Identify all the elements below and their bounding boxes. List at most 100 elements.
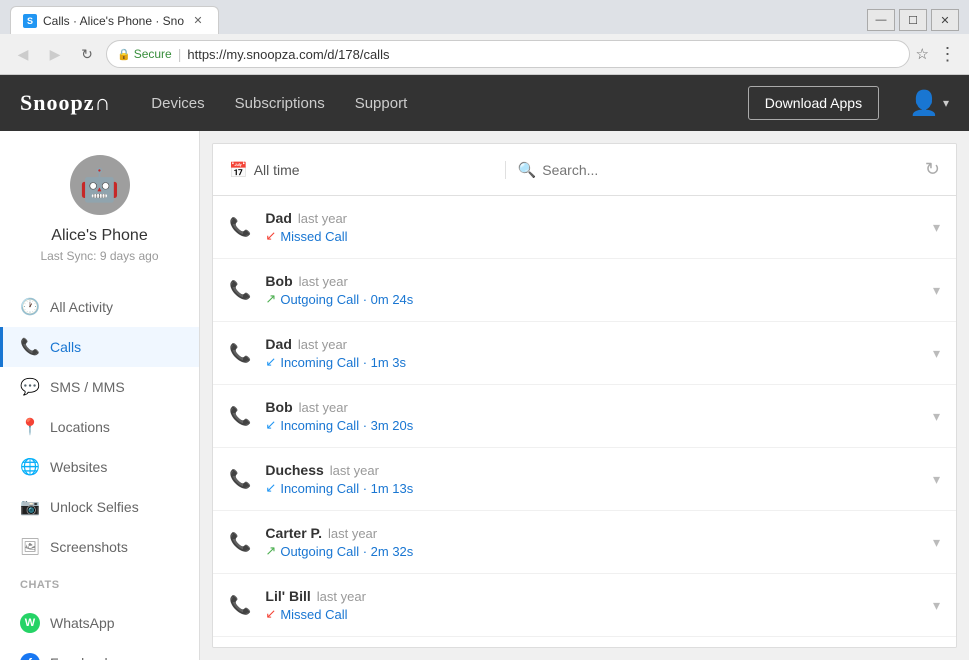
filter-bar: 📅 All time 🔍 ↻ xyxy=(213,144,956,196)
time-filter-label: All time xyxy=(254,162,300,178)
nav-devices[interactable]: Devices xyxy=(151,95,204,112)
sidebar-label-websites: Websites xyxy=(50,459,107,475)
call-info: Dad last year ↙ Missed Call xyxy=(265,210,925,244)
camera-icon: 📷 xyxy=(20,497,40,517)
sidebar-item-all-activity[interactable]: 🕐 All Activity xyxy=(0,287,199,327)
call-phone-icon: 📞 xyxy=(229,595,251,616)
address-bar[interactable]: 🔒 Secure | https://my.snoopza.com/d/178/… xyxy=(106,40,910,68)
call-detail-row: ↙ Missed Call xyxy=(265,228,925,244)
sidebar-label-locations: Locations xyxy=(50,419,110,435)
search-box: 🔍 xyxy=(505,161,913,179)
call-phone-icon: 📞 xyxy=(229,280,251,301)
call-name-row: Carter P. last year xyxy=(265,525,925,541)
refresh-nav-button[interactable]: ↻ xyxy=(74,41,100,67)
call-name: Dad xyxy=(265,336,291,352)
call-info: Carter P. last year ↗ Outgoing Call · 2m… xyxy=(265,525,925,559)
tab-area: S Calls · Alice's Phone · Sno ✕ xyxy=(10,6,219,34)
lock-icon: 🔒 xyxy=(117,48,131,61)
app-header: Snoopz∩ Devices Subscriptions Support Do… xyxy=(0,75,969,131)
call-info: Bob last year ↗ Outgoing Call · 0m 24s xyxy=(265,273,925,307)
expand-icon[interactable]: ▾ xyxy=(933,219,940,236)
bookmark-icon[interactable]: ☆ xyxy=(916,45,929,63)
url-text: https://my.snoopza.com/d/178/calls xyxy=(187,47,898,62)
last-sync: Last Sync: 9 days ago xyxy=(40,249,158,263)
calls-list: 📞 Dad last year ↙ Missed Call ▾ 📞 Bob la… xyxy=(213,196,956,647)
sidebar-item-calls[interactable]: 📞 Calls xyxy=(0,327,199,367)
secure-label: Secure xyxy=(134,47,172,61)
sidebar-label-whatsapp: WhatsApp xyxy=(50,615,115,631)
avatar: 🤖 xyxy=(70,155,130,215)
download-apps-button[interactable]: Download Apps xyxy=(748,86,879,120)
nav-support[interactable]: Support xyxy=(355,95,408,112)
sidebar-item-screenshots[interactable]: 🖼 Screenshots xyxy=(0,527,199,567)
nav-subscriptions[interactable]: Subscriptions xyxy=(235,95,325,112)
search-input[interactable] xyxy=(542,162,913,178)
back-button[interactable]: ◀ xyxy=(10,41,36,67)
window-controls: — ☐ ✕ xyxy=(867,9,959,31)
expand-icon[interactable]: ▾ xyxy=(933,471,940,488)
minimize-button[interactable]: — xyxy=(867,9,895,31)
call-name-row: Lil' Bill last year xyxy=(265,588,925,604)
call-detail-row: ↙ Incoming Call · 1m 13s xyxy=(265,480,925,496)
call-info: Bob last year ↙ Incoming Call · 3m 20s xyxy=(265,399,925,433)
call-phone-icon: 📞 xyxy=(229,217,251,238)
expand-icon[interactable]: ▾ xyxy=(933,408,940,425)
call-direction-icon: ↙ xyxy=(265,417,276,433)
call-item[interactable]: 📞 Lil' Bill last year ↙ Missed Call ▾ xyxy=(213,574,956,637)
call-name-row: Bob last year xyxy=(265,273,925,289)
call-direction-icon: ↙ xyxy=(265,606,276,622)
browser-tab[interactable]: S Calls · Alice's Phone · Sno ✕ xyxy=(10,6,219,34)
call-type-label: Outgoing Call · 0m 24s xyxy=(280,292,413,307)
tab-favicon: S xyxy=(23,14,37,28)
expand-icon[interactable]: ▾ xyxy=(933,345,940,362)
call-item[interactable]: 📞 Dad last year ↙ Missed Call ▾ xyxy=(213,196,956,259)
sidebar-item-locations[interactable]: 📍 Locations xyxy=(0,407,199,447)
screenshot-icon: 🖼 xyxy=(20,537,40,557)
account-button[interactable]: 👤 ▾ xyxy=(909,89,949,118)
call-detail-row: ↗ Outgoing Call · 0m 24s xyxy=(265,291,925,307)
sidebar-item-sms-mms[interactable]: 💬 SMS / MMS xyxy=(0,367,199,407)
secure-badge: 🔒 Secure xyxy=(117,47,172,61)
sidebar-item-whatsapp[interactable]: W WhatsApp xyxy=(0,603,199,643)
account-icon: 👤 xyxy=(909,89,939,118)
sidebar-item-websites[interactable]: 🌐 Websites xyxy=(0,447,199,487)
forward-button[interactable]: ▶ xyxy=(42,41,68,67)
call-phone-icon: 📞 xyxy=(229,343,251,364)
call-type-label: Incoming Call · 1m 3s xyxy=(280,355,406,370)
browser-menu-icon[interactable]: ⋮ xyxy=(935,42,959,66)
call-name: Bob xyxy=(265,399,292,415)
call-item[interactable]: 📞 Dad last year ↙ Incoming Call · 1m 3s … xyxy=(213,322,956,385)
call-detail-row: ↙ Incoming Call · 3m 20s xyxy=(265,417,925,433)
chats-section-label: CHATS xyxy=(0,567,199,595)
whatsapp-icon: W xyxy=(20,613,40,633)
time-filter[interactable]: 📅 All time xyxy=(229,161,493,179)
call-direction-icon: ↗ xyxy=(265,543,276,559)
maximize-button[interactable]: ☐ xyxy=(899,9,927,31)
expand-icon[interactable]: ▾ xyxy=(933,597,940,614)
call-item[interactable]: 📞 Bob last year ↗ Outgoing Call · 0m 24s… xyxy=(213,259,956,322)
main-content: 🤖 Alice's Phone Last Sync: 9 days ago 🕐 … xyxy=(0,131,969,660)
refresh-button[interactable]: ↻ xyxy=(925,159,940,180)
sidebar-label-calls: Calls xyxy=(50,339,81,355)
call-name-row: Dad last year xyxy=(265,336,925,352)
close-button[interactable]: ✕ xyxy=(931,9,959,31)
tab-title: Calls · Alice's Phone · Sno xyxy=(43,14,184,28)
call-name: Duchess xyxy=(265,462,323,478)
calls-panel: 📅 All time 🔍 ↻ 📞 Dad last year ↙ xyxy=(212,143,957,648)
android-icon: 🤖 xyxy=(80,166,120,204)
call-time: last year xyxy=(298,211,347,226)
address-divider: | xyxy=(178,46,182,62)
device-name: Alice's Phone xyxy=(51,227,147,245)
call-item[interactable]: 📞 Duchess last year ↙ Incoming Call · 1m… xyxy=(213,448,956,511)
call-name-row: Bob last year xyxy=(265,399,925,415)
account-arrow-icon: ▾ xyxy=(943,96,949,110)
expand-icon[interactable]: ▾ xyxy=(933,282,940,299)
expand-icon[interactable]: ▾ xyxy=(933,534,940,551)
call-item[interactable]: 📞 Carter P. last year ↗ Outgoing Call · … xyxy=(213,511,956,574)
globe-icon: 🌐 xyxy=(20,457,40,477)
tab-close-icon[interactable]: ✕ xyxy=(190,13,206,29)
call-item[interactable]: 📞 Bob last year ↙ Incoming Call · 3m 20s… xyxy=(213,385,956,448)
sidebar-item-unlock-selfies[interactable]: 📷 Unlock Selfies xyxy=(0,487,199,527)
call-detail-row: ↙ Incoming Call · 1m 3s xyxy=(265,354,925,370)
sidebar-item-facebook[interactable]: f Facebook xyxy=(0,643,199,660)
